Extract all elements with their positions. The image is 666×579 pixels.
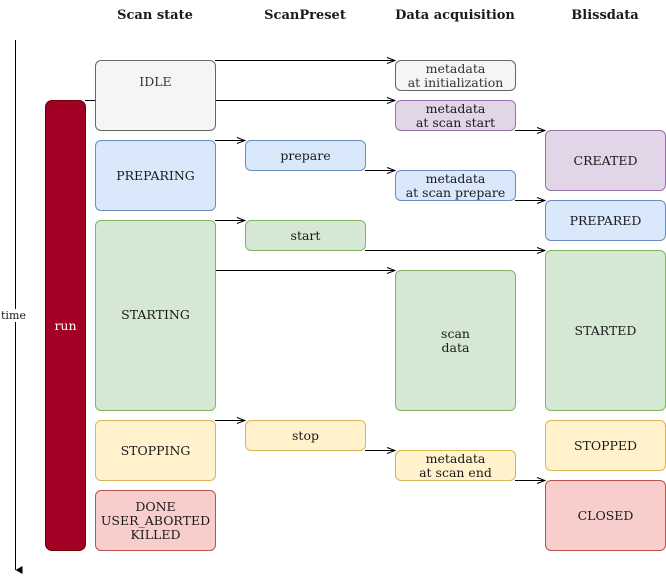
- state-idle: IDLE: [95, 60, 216, 131]
- acq-metadata-init: metadata at initialization: [395, 60, 516, 91]
- time-axis-label: time: [0, 309, 27, 322]
- state-final: DONE USER_ABORTED KILLED: [95, 490, 216, 551]
- state-starting: STARTING: [95, 220, 216, 411]
- acq-metadata-scan-prepare: metadata at scan prepare: [395, 170, 516, 201]
- bliss-prepared: PREPARED: [545, 200, 666, 241]
- bliss-started: STARTED: [545, 250, 666, 411]
- bliss-created: CREATED: [545, 130, 666, 191]
- state-idle-label: IDLE: [139, 74, 172, 89]
- acq-scan-data: scan data: [395, 270, 516, 411]
- state-stopping: STOPPING: [95, 420, 216, 481]
- acq-metadata-scan-start: metadata at scan start: [395, 100, 516, 131]
- state-starting-label: STARTING: [121, 306, 190, 322]
- bliss-closed: CLOSED: [545, 480, 666, 551]
- preset-prepare: prepare: [245, 140, 366, 171]
- run-bar: run: [45, 100, 86, 551]
- state-preparing: PREPARING: [95, 140, 216, 211]
- acq-metadata-scan-end: metadata at scan end: [395, 450, 516, 481]
- preset-start: start: [245, 220, 366, 251]
- bliss-stopped: STOPPED: [545, 420, 666, 471]
- preset-stop: stop: [245, 420, 366, 451]
